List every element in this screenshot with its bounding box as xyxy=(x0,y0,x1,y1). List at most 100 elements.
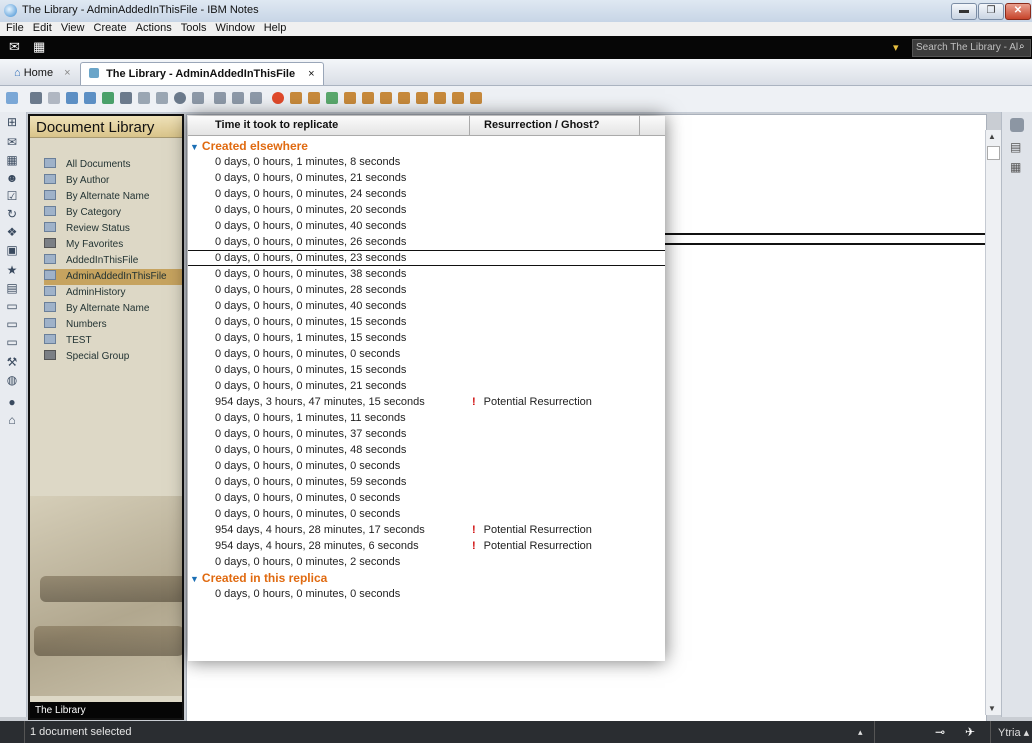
menu-create[interactable]: Create xyxy=(94,22,127,35)
table-row[interactable]: 954 days, 4 hours, 28 minutes, 17 second… xyxy=(188,522,665,538)
zoom-icon[interactable] xyxy=(192,92,204,104)
nav-item[interactable]: By Alternate Name xyxy=(44,189,182,205)
nav-item[interactable]: AddedInThisFile xyxy=(44,253,182,269)
table-row[interactable]: 0 days, 0 hours, 0 minutes, 0 seconds xyxy=(188,346,665,362)
new-document-icon[interactable] xyxy=(6,92,18,104)
key-icon[interactable]: ⊸ xyxy=(935,725,945,739)
tab-home[interactable]: ⌂ Home × xyxy=(14,62,71,84)
menu-actions[interactable]: Actions xyxy=(136,22,172,35)
nav-item[interactable]: By Alternate Name xyxy=(44,301,182,317)
status-menu-icon[interactable]: ▴ xyxy=(858,727,863,738)
tools-icon[interactable]: ⚒ xyxy=(5,356,19,369)
contacts-icon[interactable]: ☻ xyxy=(5,172,19,185)
table-row[interactable]: 0 days, 0 hours, 0 minutes, 21 seconds xyxy=(188,378,665,394)
location-icon[interactable]: ✈ xyxy=(965,725,975,739)
columns-icon[interactable] xyxy=(250,92,262,104)
folder-icon[interactable]: ▭ xyxy=(5,336,19,349)
table-row[interactable]: 0 days, 0 hours, 0 minutes, 28 seconds xyxy=(188,282,665,298)
nav-item[interactable]: Special Group xyxy=(44,349,182,365)
table-row[interactable]: 0 days, 0 hours, 0 minutes, 0 seconds xyxy=(188,458,665,474)
calendar-icon[interactable]: ▦ xyxy=(5,154,19,167)
vertical-scrollbar[interactable]: ▲ ▼ xyxy=(985,130,1001,715)
menu-tools[interactable]: Tools xyxy=(181,22,207,35)
close-tab-icon[interactable]: × xyxy=(308,68,314,80)
menu-help[interactable]: Help xyxy=(264,22,287,35)
ytria-tool-icon[interactable] xyxy=(416,92,428,104)
nav-item[interactable]: Numbers xyxy=(44,317,182,333)
restore-button[interactable]: ❐ xyxy=(978,3,1004,20)
delete-icon[interactable] xyxy=(48,92,60,104)
nav-item[interactable]: All Documents xyxy=(44,157,182,173)
ytria-tool-icon[interactable] xyxy=(452,92,464,104)
table-row[interactable]: 0 days, 0 hours, 0 minutes, 23 seconds xyxy=(188,250,665,266)
add-icon[interactable] xyxy=(102,92,114,104)
table-row[interactable]: 0 days, 0 hours, 0 minutes, 24 seconds xyxy=(188,186,665,202)
table-row[interactable]: 0 days, 0 hours, 0 minutes, 26 seconds xyxy=(188,234,665,250)
nav-item[interactable]: Review Status xyxy=(44,221,182,237)
table-row[interactable]: 954 days, 4 hours, 28 minutes, 6 seconds… xyxy=(188,538,665,554)
table-row[interactable]: 0 days, 0 hours, 0 minutes, 59 seconds xyxy=(188,474,665,490)
scroll-up-icon[interactable]: ▲ xyxy=(988,132,996,141)
table-row[interactable]: 0 days, 0 hours, 0 minutes, 15 seconds xyxy=(188,362,665,378)
table-row[interactable]: 0 days, 0 hours, 0 minutes, 48 seconds xyxy=(188,442,665,458)
replicate-icon[interactable]: ↻ xyxy=(5,208,19,221)
mail-icon[interactable]: ✉ xyxy=(9,39,20,55)
nav-item[interactable]: TEST xyxy=(44,333,182,349)
table-row[interactable]: 0 days, 0 hours, 0 minutes, 37 seconds xyxy=(188,426,665,442)
table-row[interactable]: 954 days, 3 hours, 47 minutes, 15 second… xyxy=(188,394,665,410)
nav-item[interactable]: AdminHistory xyxy=(44,285,182,301)
binoculars-icon[interactable]: ⊞ xyxy=(5,116,19,129)
reply-icon[interactable] xyxy=(84,92,96,104)
sametime-icon[interactable]: ▤ xyxy=(1010,140,1021,154)
ytria-tool-icon[interactable] xyxy=(308,92,320,104)
table-row[interactable]: 0 days, 0 hours, 0 minutes, 21 seconds xyxy=(188,170,665,186)
table-row[interactable]: 0 days, 0 hours, 0 minutes, 40 seconds xyxy=(188,218,665,234)
ytria-tool-icon[interactable] xyxy=(362,92,374,104)
scroll-down-icon[interactable]: ▼ xyxy=(988,704,996,713)
bookmark-icon[interactable]: ❖ xyxy=(5,226,19,239)
mail-icon[interactable]: ✉ xyxy=(5,136,19,149)
user-menu[interactable]: Ytria ▴ xyxy=(998,726,1029,739)
forward-icon[interactable] xyxy=(66,92,78,104)
table-row[interactable]: 0 days, 0 hours, 0 minutes, 20 seconds xyxy=(188,202,665,218)
table-row[interactable]: 0 days, 0 hours, 0 minutes, 15 seconds xyxy=(188,314,665,330)
category-row[interactable]: ▼ Created elsewhere xyxy=(190,138,308,154)
info-icon[interactable]: ● xyxy=(5,396,19,409)
nav-item[interactable]: By Author xyxy=(44,173,182,189)
table-row[interactable]: 0 days, 0 hours, 1 minutes, 15 seconds xyxy=(188,330,665,346)
nav-item[interactable]: My Favorites xyxy=(44,237,182,253)
scroll-thumb[interactable] xyxy=(987,146,1000,160)
table-row[interactable]: 0 days, 0 hours, 0 minutes, 0 seconds xyxy=(188,586,665,602)
category-row[interactable]: ▼ Created in this replica xyxy=(190,570,327,586)
menu-view[interactable]: View xyxy=(61,22,85,35)
ytria-tool-icon[interactable] xyxy=(344,92,356,104)
globe-icon[interactable]: ◍ xyxy=(5,374,19,387)
expand-triangle-icon[interactable]: ▼ xyxy=(190,574,199,584)
search-input[interactable]: Search The Library - Al xyxy=(912,39,1031,57)
home-icon[interactable]: ⌂ xyxy=(5,414,19,427)
ytria-tool-icon[interactable] xyxy=(398,92,410,104)
column-resurrection-header[interactable]: Resurrection / Ghost? xyxy=(484,119,600,131)
databases-icon[interactable]: ▤ xyxy=(5,282,19,295)
expand-icon[interactable] xyxy=(232,92,244,104)
column-time-header[interactable]: Time it took to replicate xyxy=(215,119,338,131)
copy-icon[interactable] xyxy=(138,92,150,104)
table-row[interactable]: 0 days, 0 hours, 1 minutes, 8 seconds xyxy=(188,154,665,170)
todo-icon[interactable]: ☑ xyxy=(5,190,19,203)
table-row[interactable]: 0 days, 0 hours, 0 minutes, 38 seconds xyxy=(188,266,665,282)
minimize-button[interactable]: ▬ xyxy=(951,3,977,20)
menu-file[interactable]: File xyxy=(6,22,24,35)
ytria-tool-icon[interactable] xyxy=(380,92,392,104)
table-row[interactable]: 0 days, 0 hours, 0 minutes, 0 seconds xyxy=(188,490,665,506)
folder-icon[interactable]: ▭ xyxy=(5,318,19,331)
workspace-icon[interactable]: ▣ xyxy=(5,244,19,257)
menu-window[interactable]: Window xyxy=(216,22,255,35)
table-row[interactable]: 0 days, 0 hours, 0 minutes, 0 seconds xyxy=(188,506,665,522)
menu-edit[interactable]: Edit xyxy=(33,22,52,35)
ytria-tool-icon[interactable] xyxy=(272,92,284,104)
ytria-tool-icon[interactable] xyxy=(470,92,482,104)
refresh-icon[interactable] xyxy=(174,92,186,104)
close-tab-icon[interactable]: × xyxy=(64,67,70,79)
print-icon[interactable] xyxy=(30,92,42,104)
favorites-icon[interactable]: ★ xyxy=(5,264,19,277)
